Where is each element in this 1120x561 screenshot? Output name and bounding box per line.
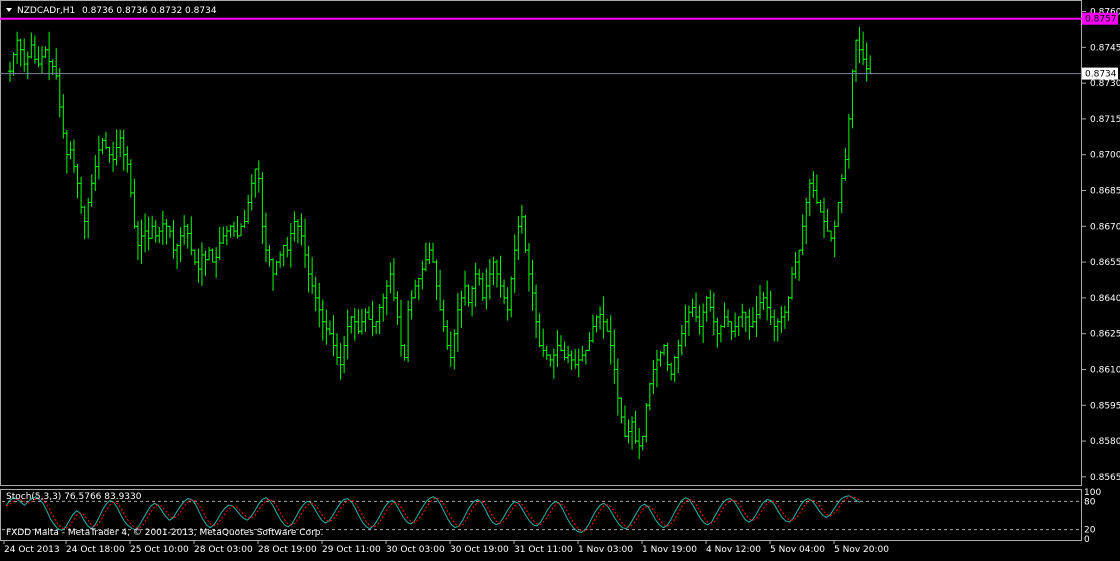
time-tick-label: 28 Oct 03:00 xyxy=(194,545,253,555)
price-tick-label: 0.8580 xyxy=(1090,437,1120,447)
time-tick-label: 30 Oct 03:00 xyxy=(386,545,445,555)
time-tick-label: 29 Oct 11:00 xyxy=(322,545,381,555)
time-tick-label: 31 Oct 11:00 xyxy=(514,545,573,555)
price-tick-label: 0.8685 xyxy=(1090,187,1120,197)
time-tick-label: 30 Oct 19:00 xyxy=(450,545,509,555)
price-chart[interactable]: 0.87600.87450.87300.87150.87000.86850.86… xyxy=(0,0,1120,557)
price-tick-label: 0.8595 xyxy=(1090,401,1120,411)
price-tick-label: 0.8565 xyxy=(1090,473,1120,483)
chart-background xyxy=(0,0,1120,557)
stochastic-scale-label: 0 xyxy=(1084,535,1090,545)
price-tick-label: 0.8610 xyxy=(1090,365,1120,375)
price-tick-label: 0.8625 xyxy=(1090,330,1120,340)
time-tick-label: 5 Nov 04:00 xyxy=(770,545,825,555)
stochastic-scale-label: 80 xyxy=(1084,497,1096,507)
time-tick-label: 1 Nov 19:00 xyxy=(642,545,697,555)
bid-price-label: 0.8734 xyxy=(1085,70,1117,80)
ohlc-values: 0.8736 0.8736 0.8732 0.8734 xyxy=(82,6,217,16)
resistance-price-label: 0.8757 xyxy=(1085,15,1117,25)
time-tick-label: 24 Oct 18:00 xyxy=(66,545,125,555)
price-tick-label: 0.8655 xyxy=(1090,258,1120,268)
time-tick-label: 24 Oct 2013 xyxy=(4,545,60,555)
price-tick-label: 0.8715 xyxy=(1090,115,1120,125)
stochastic-label: Stoch(5,3,3) 76.5766 83.9330 xyxy=(6,492,142,502)
price-tick-label: 0.8700 xyxy=(1090,151,1120,161)
symbol-label: NZDCADr,H1 xyxy=(17,6,75,16)
price-tick-label: 0.8730 xyxy=(1090,79,1120,89)
time-tick-label: 25 Oct 10:00 xyxy=(130,545,189,555)
chart-window[interactable]: 0.8760 0.8745 0.8730 0.8715 0.8700 0.8685 0.86… xyxy=(0,0,1120,557)
time-tick-label: 5 Nov 20:00 xyxy=(834,545,889,555)
time-tick-label: 28 Oct 19:00 xyxy=(258,545,317,555)
price-tick-label: 0.8745 xyxy=(1090,43,1120,53)
price-tick-label: 0.8670 xyxy=(1090,222,1120,232)
time-tick-label: 1 Nov 03:00 xyxy=(578,545,633,555)
copyright-notice: FXDD Malta - MetaTrader 4, © 2001-2013, … xyxy=(6,528,323,538)
time-tick-label: 4 Nov 12:00 xyxy=(706,545,761,555)
price-tick-label: 0.8640 xyxy=(1090,294,1120,304)
